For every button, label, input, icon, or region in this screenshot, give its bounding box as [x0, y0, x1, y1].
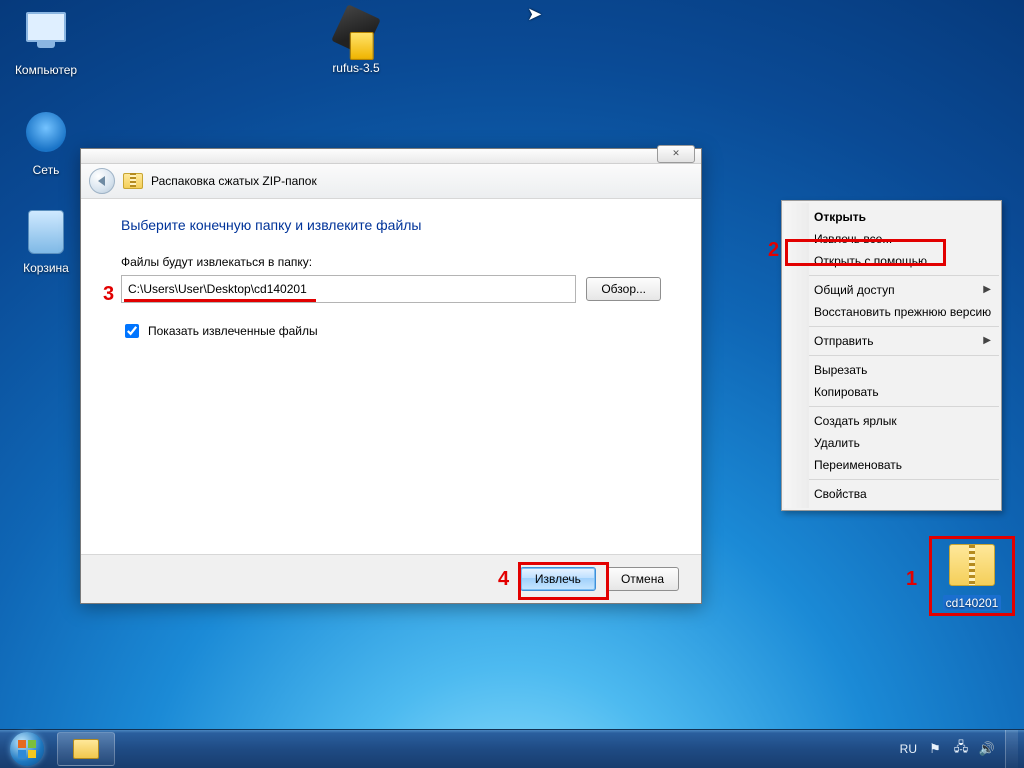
mouse-cursor-icon: ➤: [527, 4, 542, 25]
desktop[interactable]: Компьютер Сеть Корзина rufus-3.5 cd14020…: [0, 0, 1024, 768]
annotation-number-1: 1: [906, 568, 917, 591]
zip-folder-icon: [123, 173, 143, 189]
destination-path-input[interactable]: [121, 275, 576, 303]
globe-icon: [26, 112, 66, 152]
context-menu-item[interactable]: Создать ярлык: [784, 410, 999, 432]
zip-folder-icon: [949, 544, 995, 586]
window-titlebar[interactable]: ✕: [81, 149, 701, 164]
show-extracted-checkbox[interactable]: [125, 324, 139, 338]
wizard-title: Распаковка сжатых ZIP-папок: [151, 174, 317, 188]
desktop-icon-recycle-bin[interactable]: Корзина: [6, 208, 86, 275]
context-menu-item[interactable]: Свойства: [784, 483, 999, 505]
submenu-arrow-icon: ▶: [983, 284, 991, 295]
action-center-flag-icon[interactable]: ⚑: [927, 741, 943, 757]
desktop-icon-rufus[interactable]: rufus-3.5: [316, 6, 396, 75]
back-button[interactable]: [89, 168, 115, 194]
submenu-arrow-icon: ▶: [983, 335, 991, 346]
browse-button[interactable]: Обзор...: [586, 277, 661, 301]
usb-rufus-icon: [331, 4, 381, 55]
context-menu-item[interactable]: Отправить▶: [784, 330, 999, 352]
extract-button[interactable]: Извлечь: [520, 567, 596, 591]
language-indicator[interactable]: RU: [900, 742, 917, 756]
folder-icon: [73, 739, 99, 759]
desktop-icon-label: cd140201: [943, 595, 1002, 611]
context-menu-item[interactable]: Общий доступ▶: [784, 279, 999, 301]
taskbar-pinned-explorer[interactable]: [57, 732, 115, 766]
computer-icon: [22, 12, 70, 60]
cancel-button[interactable]: Отмена: [606, 567, 679, 591]
show-extracted-label: Показать извлеченные файлы: [148, 324, 318, 338]
desktop-icon-zip-selected[interactable]: cd140201: [932, 542, 1012, 611]
context-menu-item[interactable]: Удалить: [784, 432, 999, 454]
system-tray[interactable]: RU ⚑ 🖧 🔊: [900, 730, 1024, 768]
start-button[interactable]: [0, 730, 54, 768]
context-menu-item[interactable]: Открыть с помощью...: [784, 250, 999, 272]
window-close-button[interactable]: ✕: [657, 145, 695, 163]
desktop-icon-label: Сеть: [33, 163, 60, 177]
desktop-icon-label: Компьютер: [15, 63, 77, 77]
desktop-icon-label: rufus-3.5: [332, 61, 379, 75]
wizard-nav-bar: Распаковка сжатых ZIP-папок: [81, 164, 701, 199]
context-menu-item[interactable]: Открыть: [784, 206, 999, 228]
context-menu-item[interactable]: Копировать: [784, 381, 999, 403]
desktop-icon-network[interactable]: Сеть: [6, 108, 86, 177]
desktop-icon-label: Корзина: [23, 261, 69, 275]
context-menu-item[interactable]: Извлечь все...: [784, 228, 999, 250]
extract-wizard-window[interactable]: ✕ Распаковка сжатых ZIP-папок Выберите к…: [80, 148, 702, 604]
network-tray-icon[interactable]: 🖧: [953, 741, 969, 757]
desktop-icon-computer[interactable]: Компьютер: [6, 6, 86, 77]
windows-orb-icon: [10, 732, 44, 766]
recycle-bin-icon: [28, 210, 64, 254]
context-menu-item[interactable]: Переименовать: [784, 454, 999, 476]
wizard-footer: Извлечь Отмена: [81, 554, 701, 603]
annotation-number-2: 2: [768, 239, 779, 262]
volume-tray-icon[interactable]: 🔊: [979, 741, 995, 757]
destination-label: Файлы будут извлекаться в папку:: [121, 255, 661, 269]
taskbar[interactable]: RU ⚑ 🖧 🔊: [0, 729, 1024, 768]
context-menu-item[interactable]: Вырезать: [784, 359, 999, 381]
context-menu-item[interactable]: Восстановить прежнюю версию: [784, 301, 999, 323]
wizard-heading: Выберите конечную папку и извлеките файл…: [121, 217, 661, 233]
context-menu[interactable]: ОткрытьИзвлечь все...Открыть с помощью..…: [781, 200, 1002, 511]
show-desktop-button[interactable]: [1005, 730, 1018, 768]
